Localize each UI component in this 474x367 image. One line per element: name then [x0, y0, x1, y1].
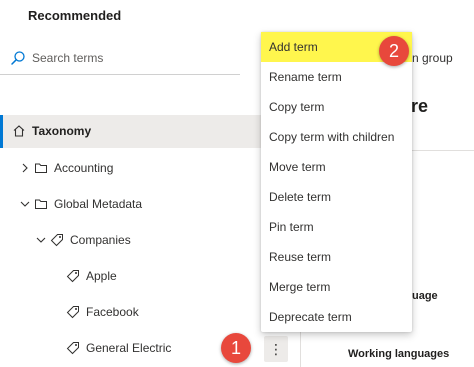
tag-icon [66, 269, 80, 283]
tree-item-facebook[interactable]: Facebook [66, 300, 139, 324]
tree-item-taxonomy[interactable]: Taxonomy [12, 119, 91, 143]
menu-item-reuse-term[interactable]: Reuse term [261, 242, 412, 272]
folder-icon [34, 161, 48, 175]
menu-item-deprecate-term[interactable]: Deprecate term [261, 302, 412, 332]
tree-item-global-metadata[interactable]: Global Metadata [18, 192, 142, 216]
menu-item-move-term[interactable]: Move term [261, 152, 412, 182]
tree-item-general-electric[interactable]: General Electric [66, 336, 171, 360]
tree-item-companies[interactable]: Companies [34, 228, 131, 252]
menu-item-copy-term-with-children[interactable]: Copy term with children [261, 122, 412, 152]
tree-item-label: Accounting [54, 161, 114, 175]
search-box[interactable] [0, 40, 240, 75]
tree-item-label: General Electric [86, 341, 172, 355]
tag-icon [66, 305, 80, 319]
tree-item-accounting[interactable]: Accounting [18, 156, 113, 180]
tree-item-label: Apple [86, 269, 117, 283]
menu-item-pin-term[interactable]: Pin term [261, 212, 412, 242]
callout-badge-2: 2 [379, 36, 409, 66]
folder-icon [34, 197, 48, 211]
chevron-down-icon[interactable] [34, 233, 48, 247]
tree-item-apple[interactable]: Apple [66, 264, 117, 288]
tree-selection-indicator [0, 115, 3, 148]
tag-icon [66, 341, 80, 355]
chevron-down-icon[interactable] [18, 197, 32, 211]
search-icon [10, 50, 26, 66]
tree-item-label: Taxonomy [32, 124, 92, 138]
menu-item-copy-term[interactable]: Copy term [261, 92, 412, 122]
menu-item-delete-term[interactable]: Delete term [261, 182, 412, 212]
context-menu: Add term Rename term Copy term Copy term… [261, 32, 412, 332]
term-group-label-fragment: n group [412, 51, 453, 65]
tree-item-label: Global Metadata [54, 197, 143, 211]
menu-item-rename-term[interactable]: Rename term [261, 62, 412, 92]
tree-item-label: Facebook [86, 305, 139, 319]
more-options-button[interactable]: ⋮ [264, 336, 288, 362]
menu-item-merge-term[interactable]: Merge term [261, 272, 412, 302]
more-vertical-icon: ⋮ [269, 340, 283, 357]
working-languages-heading: Working languages [348, 348, 450, 360]
search-input[interactable] [32, 49, 232, 67]
divider [412, 150, 474, 151]
callout-badge-1: 1 [221, 333, 251, 363]
panel-divider [300, 330, 301, 367]
language-heading-fragment: uage [412, 290, 438, 302]
chevron-right-icon[interactable] [18, 161, 32, 175]
tag-icon [50, 233, 64, 247]
home-icon [12, 124, 26, 138]
recommended-heading: Recommended [28, 8, 122, 23]
tree-item-label: Companies [70, 233, 131, 247]
